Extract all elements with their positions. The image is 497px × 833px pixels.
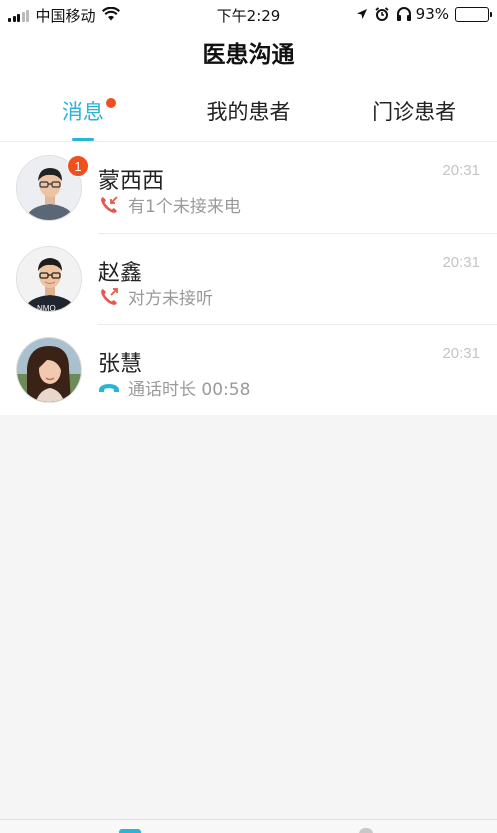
unread-dot <box>105 98 116 108</box>
consult-tab-icon[interactable] <box>119 829 141 833</box>
tab-label: 消息 <box>61 100 104 124</box>
page-title: 医患沟通 <box>202 42 295 68</box>
navigation-bar: 医患沟通 <box>0 30 497 82</box>
tab-clinic-patients[interactable]: 门诊患者 <box>331 82 497 141</box>
profile-tab-icon[interactable] <box>359 828 373 833</box>
call-ended-icon <box>98 377 120 399</box>
call-status: 对方未接听 <box>128 289 213 309</box>
alarm-icon <box>375 7 389 21</box>
message-time: 20:31 <box>442 254 480 271</box>
message-list: 1 蒙西西 有1个未接来电 20:31 NMO 赵鑫 对方未接听 20:31 张… <box>0 142 497 415</box>
tab-messages[interactable]: 消息 <box>0 82 166 141</box>
contact-name: 蒙西西 <box>98 169 165 194</box>
list-item[interactable]: 1 蒙西西 有1个未接来电 20:31 <box>0 142 497 233</box>
contact-name: 赵鑫 <box>98 261 143 286</box>
battery-percentage: 93% <box>415 5 449 23</box>
list-item[interactable]: NMO 赵鑫 对方未接听 20:31 <box>0 233 497 324</box>
message-time: 20:31 <box>442 162 480 179</box>
contact-name: 张慧 <box>98 352 143 377</box>
svg-text:NMO: NMO <box>37 304 56 312</box>
status-bar: 中国移动 下午2:29 93% <box>0 0 497 30</box>
call-status: 通话时长 00:58 <box>128 380 251 400</box>
message-time: 20:31 <box>442 345 480 362</box>
avatar <box>16 337 82 403</box>
bottom-tab-bar <box>0 819 497 833</box>
headphones-icon <box>396 7 412 21</box>
outgoing-call-icon <box>98 286 120 308</box>
battery-icon <box>455 6 492 22</box>
tab-my-patients[interactable]: 我的患者 <box>166 82 332 141</box>
unread-count-badge: 1 <box>67 155 89 177</box>
list-item[interactable]: 张慧 通话时长 00:58 20:31 <box>0 324 497 415</box>
call-status: 有1个未接来电 <box>128 197 241 217</box>
tab-label: 我的患者 <box>206 100 291 124</box>
missed-call-icon <box>98 194 120 216</box>
tab-bar: 消息 我的患者 门诊患者 <box>0 82 497 142</box>
active-tab-indicator <box>71 138 94 141</box>
tab-label: 门诊患者 <box>372 100 457 124</box>
location-arrow-icon <box>356 8 368 20</box>
avatar: NMO <box>16 246 82 312</box>
